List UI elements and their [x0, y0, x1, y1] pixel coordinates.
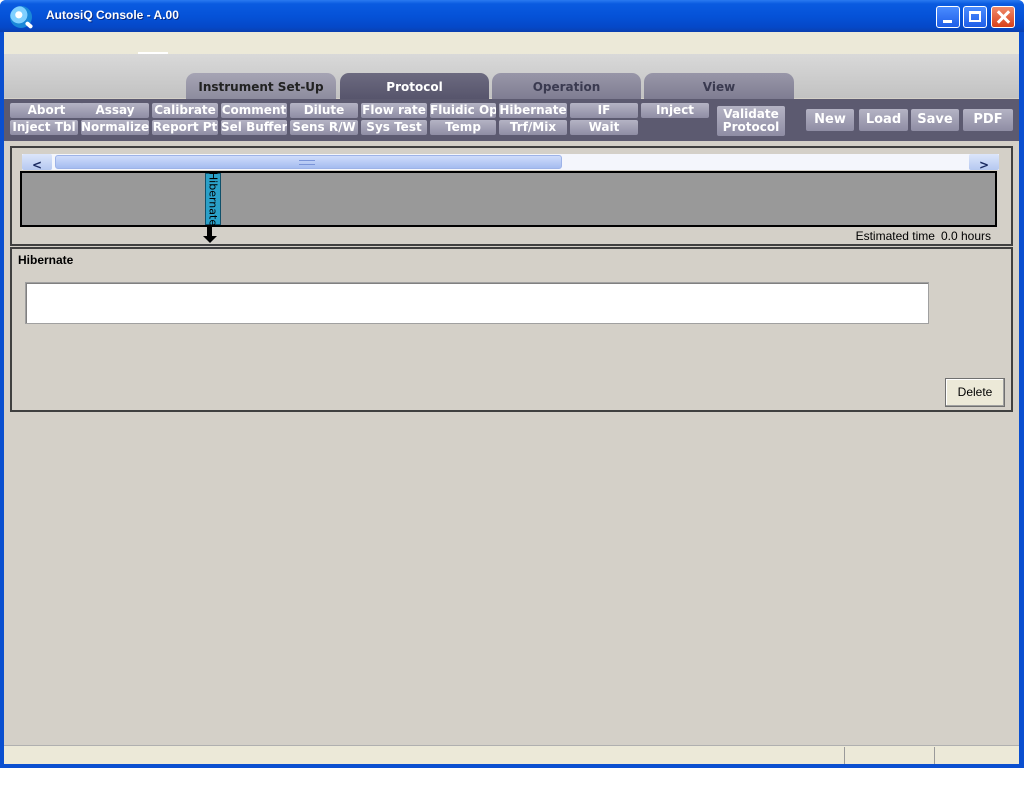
dilute-step-button[interactable]: Dilute [290, 103, 358, 118]
flow-rate-step-button[interactable]: Flow rate [361, 103, 427, 118]
hibernate-step-button[interactable]: Hibernate [499, 103, 567, 118]
inject-step-button[interactable]: Inject [641, 103, 709, 118]
tab-view[interactable]: View [644, 73, 794, 101]
maximize-icon [969, 11, 981, 22]
load-button[interactable]: Load [859, 109, 908, 131]
maximize-button[interactable] [963, 6, 987, 28]
title-bar[interactable]: AutosiQ Console - A.00 [0, 0, 1024, 32]
validate-protocol-button[interactable]: Validate Protocol [717, 106, 785, 136]
timeline-track[interactable]: Hibernate [20, 171, 997, 227]
timeline-step-hibernate[interactable]: Hibernate [205, 171, 221, 227]
grip-icon [299, 160, 315, 165]
new-button[interactable]: New [806, 109, 854, 131]
assay-step-button[interactable]: Assay [81, 103, 149, 118]
window-title: AutosiQ Console - A.00 [46, 8, 179, 22]
menu-strip [4, 32, 1019, 54]
status-bar [4, 745, 1019, 764]
minimize-icon [943, 20, 952, 23]
trf-mix-step-button[interactable]: Trf/Mix [499, 120, 567, 135]
sens-rw-step-button[interactable]: Sens R/W [290, 120, 358, 135]
comment-step-button[interactable]: Comment [221, 103, 287, 118]
tab-instrument-setup[interactable]: Instrument Set-Up [186, 73, 336, 101]
tab-protocol[interactable]: Protocol [340, 73, 489, 101]
sel-buffer-step-button[interactable]: Sel Buffer [221, 120, 287, 135]
estimated-time-label: Estimated time [855, 229, 935, 243]
tab-operation[interactable]: Operation [492, 73, 641, 101]
protocol-timeline: < > Hibernate Estimated time 0.0 hours [10, 146, 1013, 246]
timeline-scrollbar[interactable]: < > [22, 154, 999, 172]
if-step-button[interactable]: IF [570, 103, 638, 118]
step-comment-field[interactable] [25, 282, 929, 324]
app-logo-icon [10, 6, 34, 30]
scroll-right-button[interactable]: > [969, 154, 999, 172]
estimated-time-value: 0.0 hours [940, 229, 991, 243]
status-cell [934, 747, 1019, 764]
arrow-right-icon: > [978, 158, 990, 172]
scroll-left-button[interactable]: < [22, 154, 52, 172]
wait-step-button[interactable]: Wait [570, 120, 638, 135]
timeline-step-label: Hibernate [206, 171, 220, 227]
pdf-button[interactable]: PDF [963, 109, 1013, 131]
protocol-toolbar: Abort Assay Calibrate Comment Dilute Flo… [4, 99, 1019, 141]
fluidic-op-step-button[interactable]: Fluidic Op [430, 103, 496, 118]
delete-step-button[interactable]: Delete [945, 378, 1005, 407]
abort-step-button[interactable]: Abort [10, 103, 83, 118]
scroll-thumb[interactable] [55, 155, 562, 169]
arrow-down-icon [203, 226, 217, 244]
normalize-step-button[interactable]: Normalize [81, 120, 149, 135]
calibrate-step-button[interactable]: Calibrate [152, 103, 218, 118]
step-detail-title: Hibernate [18, 253, 74, 267]
close-button[interactable] [991, 6, 1015, 28]
arrow-left-icon: < [31, 158, 43, 172]
save-button[interactable]: Save [911, 109, 959, 131]
minimize-button[interactable] [936, 6, 960, 28]
client-area: Instrument Set-Up Protocol Operation Vie… [4, 32, 1019, 764]
report-pt-step-button[interactable]: Report Pt [152, 120, 218, 135]
sys-test-step-button[interactable]: Sys Test [361, 120, 427, 135]
app-window: AutosiQ Console - A.00 Instrument Set-Up… [0, 0, 1024, 768]
inject-tbl-step-button[interactable]: Inject Tbl [10, 120, 78, 135]
temp-step-button[interactable]: Temp [430, 120, 496, 135]
status-cell [844, 747, 934, 764]
estimated-time: Estimated time 0.0 hours [856, 229, 991, 243]
step-detail-panel: Hibernate Delete [10, 247, 1013, 412]
